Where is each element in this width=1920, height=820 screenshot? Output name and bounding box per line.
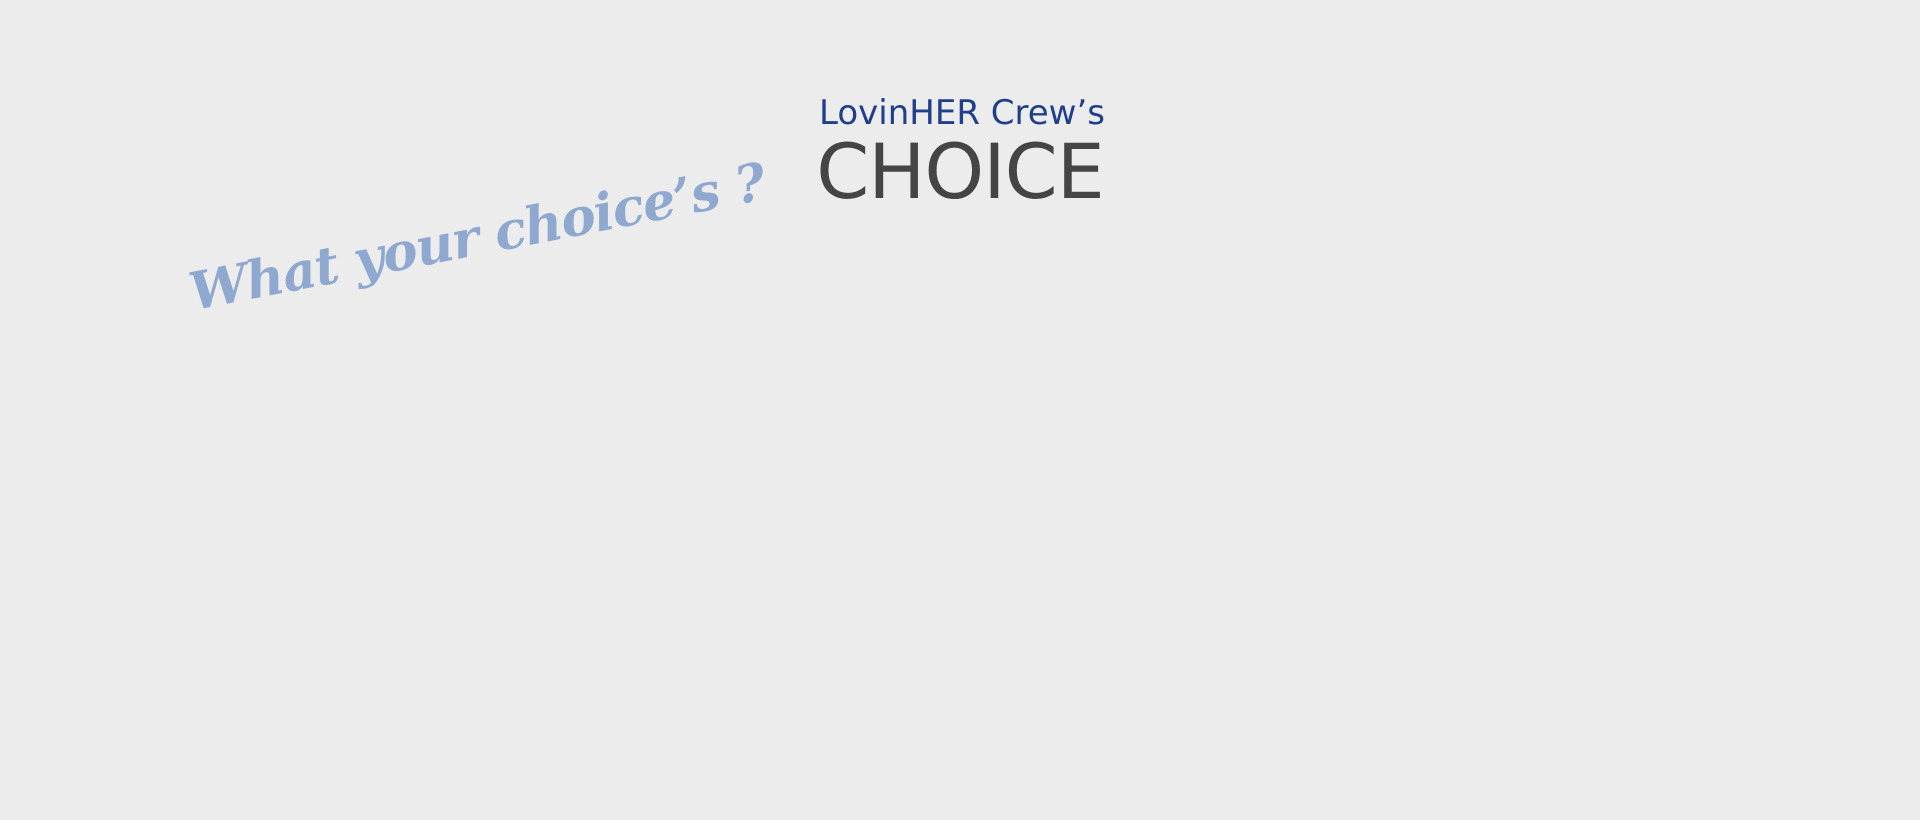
heading-block: LovinHER Crew’s CHOICE	[0, 96, 1920, 210]
page: LovinHER Crew’s CHOICE What your choice’…	[0, 0, 1920, 820]
page-title: CHOICE	[816, 127, 1105, 216]
page-subtitle: LovinHER Crew’s	[819, 93, 1105, 133]
